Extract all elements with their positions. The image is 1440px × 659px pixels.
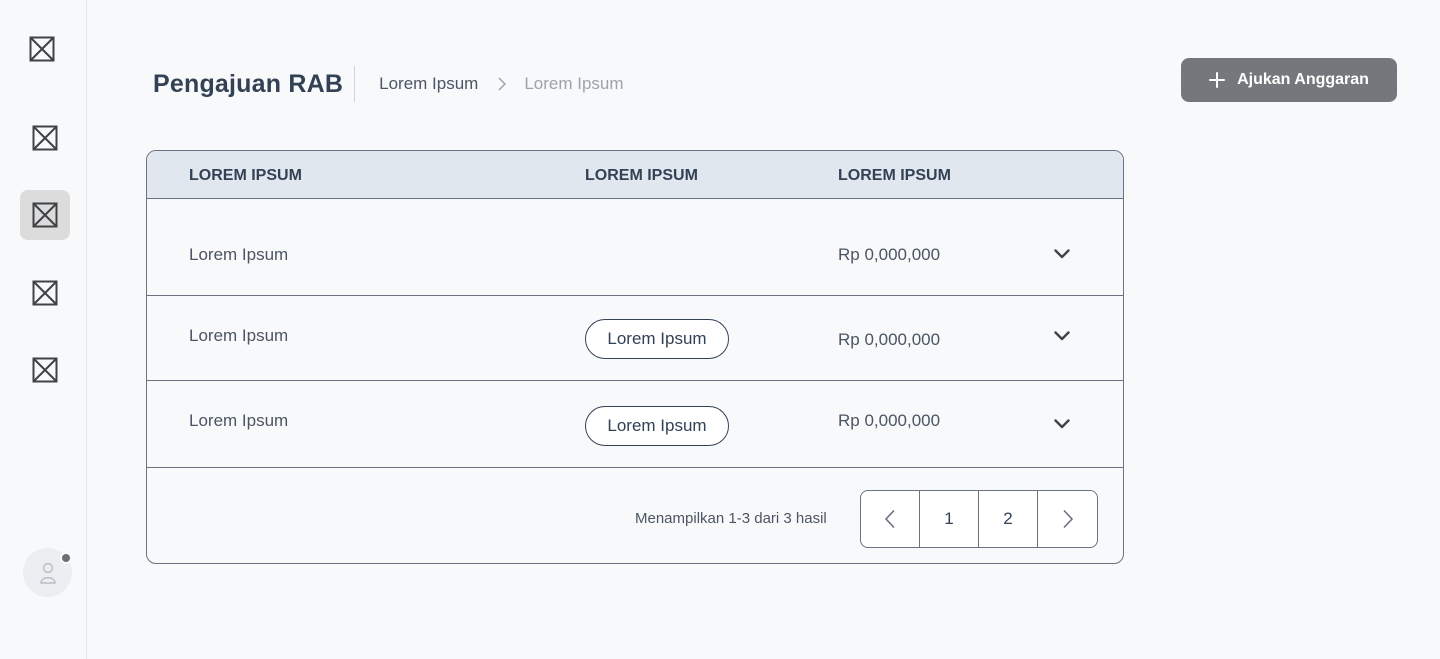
placeholder-icon xyxy=(32,280,58,306)
table-header: LOREM IPSUM LOREM IPSUM LOREM IPSUM xyxy=(147,151,1123,199)
title-divider xyxy=(354,66,356,102)
notification-dot xyxy=(60,552,72,564)
column-header-3: LOREM IPSUM xyxy=(838,167,951,184)
avatar[interactable] xyxy=(23,548,72,597)
row-name: Lorem Ipsum xyxy=(189,326,289,345)
placeholder-icon xyxy=(32,202,58,228)
placeholder-icon xyxy=(32,357,58,383)
sidebar-item-1[interactable] xyxy=(17,24,67,74)
chevron-right-icon xyxy=(498,77,507,91)
submit-budget-label: Ajukan Anggaran xyxy=(1237,71,1369,88)
user-icon xyxy=(39,562,56,584)
breadcrumb-item-1[interactable]: Lorem Ipsum xyxy=(379,74,478,94)
placeholder-icon xyxy=(29,36,55,62)
chevron-down-icon[interactable] xyxy=(1050,242,1074,266)
chevron-down-icon[interactable] xyxy=(1050,412,1074,436)
row-amount: Rp 0,000,000 xyxy=(838,330,941,349)
row-amount: Rp 0,000,000 xyxy=(838,411,941,430)
row-name: Lorem Ipsum xyxy=(189,245,289,264)
sidebar-item-2[interactable] xyxy=(20,113,70,163)
page-title: Pengajuan RAB xyxy=(153,69,344,98)
sidebar-item-3[interactable] xyxy=(20,190,70,240)
row-name: Lorem Ipsum xyxy=(189,411,289,430)
sidebar-item-4[interactable] xyxy=(20,268,70,318)
breadcrumb: Lorem Ipsum Lorem Ipsum xyxy=(379,74,623,94)
next-page-button[interactable] xyxy=(1038,491,1097,547)
plus-icon xyxy=(1209,72,1226,88)
page-button-1[interactable]: 1 xyxy=(920,491,979,547)
table-row[interactable]: Lorem Ipsum Lorem Ipsum Rp 0,000,000 xyxy=(147,381,1123,468)
placeholder-icon xyxy=(32,125,58,151)
chevron-down-icon[interactable] xyxy=(1050,324,1074,348)
table-row[interactable]: Lorem Ipsum Rp 0,000,000 xyxy=(147,199,1123,296)
status-badge: Lorem Ipsum xyxy=(585,319,729,359)
sidebar-item-5[interactable] xyxy=(20,345,70,395)
chevron-right-icon xyxy=(1062,509,1073,529)
breadcrumb-item-2: Lorem Ipsum xyxy=(524,74,624,93)
row-amount: Rp 0,000,000 xyxy=(838,245,941,264)
column-header-1: LOREM IPSUM xyxy=(189,167,302,184)
sidebar xyxy=(0,0,87,659)
budget-table: LOREM IPSUM LOREM IPSUM LOREM IPSUM Lore… xyxy=(146,150,1124,564)
status-badge: Lorem Ipsum xyxy=(585,406,729,446)
chevron-left-icon xyxy=(884,509,895,529)
page-header: Pengajuan RAB Lorem Ipsum Lorem Ipsum xyxy=(153,58,624,110)
results-summary: Menampilkan 1-3 dari 3 hasil xyxy=(635,510,827,527)
submit-budget-button[interactable]: Ajukan Anggaran xyxy=(1181,58,1397,102)
table-row[interactable]: Lorem Ipsum Lorem Ipsum Rp 0,000,000 xyxy=(147,296,1123,381)
pagination: 1 2 xyxy=(860,490,1098,548)
column-header-2: LOREM IPSUM xyxy=(585,167,698,184)
page-button-2[interactable]: 2 xyxy=(979,491,1038,547)
prev-page-button[interactable] xyxy=(861,491,920,547)
